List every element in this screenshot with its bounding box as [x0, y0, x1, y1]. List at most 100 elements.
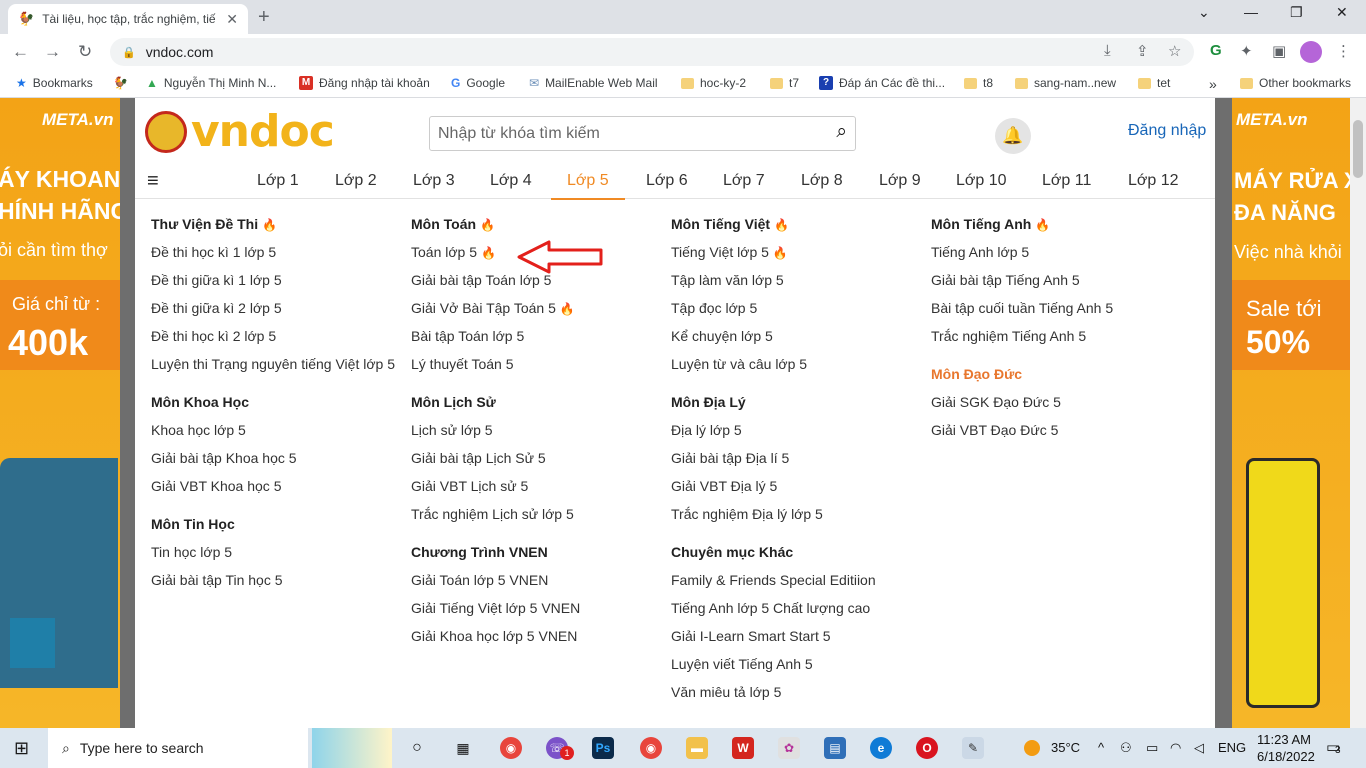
photoshop-icon[interactable]: Ps [592, 737, 614, 759]
subject-link[interactable]: Trắc nghiệm Địa lý lớp 5 [671, 500, 929, 528]
subject-link[interactable]: Đề thi học kì 2 lớp 5 [151, 322, 409, 350]
profile-avatar[interactable] [1300, 41, 1322, 63]
bookmark-star-icon[interactable]: ☆ [1168, 42, 1181, 60]
subject-link[interactable]: Địa lý lớp 5 [671, 416, 929, 444]
subject-link[interactable]: Tiếng Việt lớp 5 🔥 [671, 238, 929, 266]
side-panel-icon[interactable]: ▣ [1272, 42, 1286, 60]
tab-search-icon[interactable]: ⌄ [1198, 4, 1210, 21]
vndoc-logo[interactable]: vndoc [145, 106, 335, 157]
taskbar-search[interactable]: ⌕ Type here to search [48, 728, 308, 768]
subject-heading[interactable]: Môn Địa Lý [671, 388, 929, 416]
right-ad-banner[interactable]: META.vn MÁY RỬA X ĐA NĂNG Việc nhà khỏi … [1232, 98, 1350, 728]
subject-link[interactable]: Family & Friends Special Editiion [671, 566, 929, 594]
grade-tab-active[interactable]: Lớp 5 [551, 172, 625, 200]
edge-icon[interactable]: e [870, 737, 892, 759]
subject-link[interactable]: Tập đọc lớp 5 [671, 294, 929, 322]
subject-link[interactable]: Luyện từ và câu lớp 5 [671, 350, 929, 378]
subject-heading[interactable]: Môn Toán 🔥 [411, 210, 669, 238]
subject-link[interactable]: Lịch sử lớp 5 [411, 416, 669, 444]
close-tab-icon[interactable]: ✕ [226, 11, 238, 28]
widgets-icon[interactable]: ▦ [452, 737, 474, 759]
more-bookmarks-icon[interactable]: » [1209, 76, 1217, 92]
subject-heading[interactable]: Chuyên mục Khác [671, 538, 929, 566]
app-window-icon[interactable]: ▤ [824, 737, 846, 759]
subject-link[interactable]: Giải I-Learn Smart Start 5 [671, 622, 929, 650]
subject-link[interactable]: Văn miêu tả lớp 5 [671, 678, 929, 706]
grade-tab[interactable]: Lớp 6 [646, 172, 688, 190]
subject-link[interactable]: Giải VBT Khoa học 5 [151, 472, 409, 500]
subject-link[interactable]: Trắc nghiệm Lịch sử lớp 5 [411, 500, 669, 528]
weather-temp[interactable]: 35°C [1051, 740, 1080, 755]
bookmark-item[interactable]: sang-nam..new [1015, 76, 1116, 90]
forward-icon[interactable]: → [44, 42, 61, 62]
grade-tab[interactable]: Lớp 8 [801, 172, 843, 190]
subject-link[interactable]: Giải VBT Lịch sử 5 [411, 472, 669, 500]
search-input[interactable]: Nhập từ khóa tìm kiếm ⌕ [429, 116, 856, 151]
task-view-icon[interactable]: ○ [406, 737, 428, 759]
chrome-active-icon[interactable]: ◉ [640, 737, 662, 759]
subject-link[interactable]: Luyện thi Trạng nguyên tiếng Việt lớp 5 [151, 350, 409, 378]
bookmark-item[interactable]: ★ Bookmarks [16, 76, 93, 90]
bookmark-item[interactable]: ✉ MailEnable Web Mail [529, 76, 658, 90]
login-link[interactable]: Đăng nhập [1128, 122, 1206, 140]
subject-link[interactable]: Kể chuyện lớp 5 [671, 322, 929, 350]
grade-tab[interactable]: Lớp 12 [1128, 172, 1179, 190]
hamburger-menu-icon[interactable]: ≡ [147, 171, 159, 191]
volume-icon[interactable]: ◁ [1194, 740, 1204, 756]
app-icon[interactable]: ✿ [778, 737, 800, 759]
subject-link[interactable]: Giải Toán lớp 5 VNEN [411, 566, 669, 594]
extension-g-icon[interactable]: G [1210, 42, 1222, 59]
subject-link[interactable]: Giải Vở Bài Tập Toán 5 🔥 [411, 294, 669, 322]
page-scrollbar[interactable] [1350, 98, 1366, 728]
subject-link[interactable]: Luyện viết Tiếng Anh 5 [671, 650, 929, 678]
subject-link[interactable]: Tiếng Anh lớp 5 [931, 238, 1189, 266]
subject-link[interactable]: Giải Tiếng Việt lớp 5 VNEN [411, 594, 669, 622]
close-window-icon[interactable]: ✕ [1336, 4, 1348, 21]
subject-link[interactable]: Giải bài tập Lịch Sử 5 [411, 444, 669, 472]
subject-link[interactable]: Đề thi giữa kì 1 lớp 5 [151, 266, 409, 294]
bookmark-item[interactable]: M Đăng nhập tài khoản [299, 76, 430, 90]
bookmark-item[interactable]: t8 [964, 76, 993, 90]
extensions-puzzle-icon[interactable]: ✦ [1240, 42, 1253, 60]
clock-time[interactable]: 11:23 AM [1257, 732, 1311, 747]
subject-link[interactable]: Giải VBT Địa lý 5 [671, 472, 929, 500]
grade-tab[interactable]: Lớp 11 [1042, 172, 1091, 190]
subject-link[interactable]: Lý thuyết Toán 5 [411, 350, 669, 378]
new-tab-icon[interactable]: + [258, 6, 270, 29]
bookmark-item[interactable]: ▲ Nguyễn Thị Minh N... [146, 76, 276, 90]
subject-link[interactable]: Tập làm văn lớp 5 [671, 266, 929, 294]
subject-link[interactable]: Tiếng Anh lớp 5 Chất lượng cao [671, 594, 929, 622]
subject-heading[interactable]: Thư Viện Đề Thi 🔥 [151, 210, 409, 238]
subject-heading[interactable]: Môn Đạo Đức [931, 360, 1189, 388]
grade-tab[interactable]: Lớp 9 [879, 172, 921, 190]
left-ad-banner[interactable]: META.vn ÁY KHOAN HÍNH HÃNG ỏi cần tìm th… [0, 98, 120, 728]
windows-start-icon[interactable]: ⊞ [14, 738, 29, 759]
minimize-icon[interactable]: — [1244, 4, 1258, 20]
paint-icon[interactable]: ✎ [962, 737, 984, 759]
browser-tab[interactable]: 🐓 Tài liệu, học tập, trắc nghiệm, tiế ✕ [8, 4, 248, 34]
subject-heading[interactable]: Môn Tin Học [151, 510, 409, 538]
subject-link[interactable]: Bài tập Toán lớp 5 [411, 322, 669, 350]
menu-kebab-icon[interactable]: ⋮ [1336, 42, 1351, 60]
subject-heading[interactable]: Môn Khoa Học [151, 388, 409, 416]
subject-link[interactable]: Giải VBT Đạo Đức 5 [931, 416, 1189, 444]
grade-tab[interactable]: Lớp 2 [335, 172, 377, 190]
share-icon[interactable]: ⇪ [1136, 42, 1149, 60]
subject-link[interactable]: Giải bài tập Khoa học 5 [151, 444, 409, 472]
subject-link[interactable]: Giải SGK Đạo Đức 5 [931, 388, 1189, 416]
grade-tab[interactable]: Lớp 3 [413, 172, 455, 190]
bookmark-item[interactable]: tet [1138, 76, 1170, 90]
install-icon[interactable]: ⤓ [1104, 42, 1111, 59]
bookmark-item[interactable]: G Google [451, 76, 505, 90]
wifi-icon[interactable]: ◠ [1170, 740, 1181, 756]
clock-date[interactable]: 6/18/2022 [1257, 749, 1315, 764]
grade-tab[interactable]: Lớp 7 [723, 172, 765, 190]
subject-link[interactable]: Giải bài tập Địa lí 5 [671, 444, 929, 472]
subject-link[interactable]: Giải bài tập Tiếng Anh 5 [931, 266, 1189, 294]
reload-icon[interactable]: ↻ [78, 42, 92, 62]
grade-tab[interactable]: Lớp 4 [490, 172, 532, 190]
subject-link[interactable]: Đề thi học kì 1 lớp 5 [151, 238, 409, 266]
grade-tab[interactable]: Lớp 1 [257, 172, 299, 190]
scrollbar-thumb[interactable] [1353, 120, 1363, 178]
subject-link[interactable]: Bài tập cuối tuần Tiếng Anh 5 [931, 294, 1189, 322]
